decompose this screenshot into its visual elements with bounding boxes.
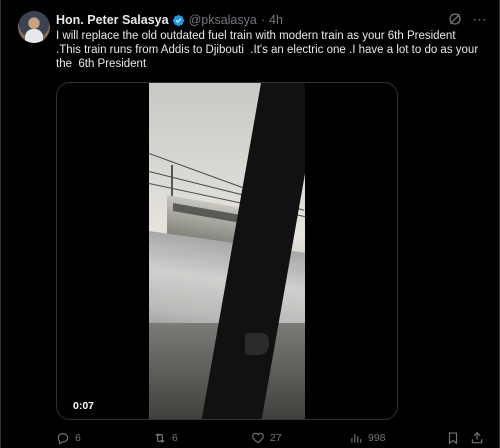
verified-badge-icon	[172, 14, 184, 26]
bookmark-icon	[448, 432, 458, 445]
separator-dot: ·	[260, 13, 266, 27]
video-timestamp: 0:07	[69, 399, 99, 413]
repost-button[interactable]: 6	[153, 430, 178, 446]
tweet-card[interactable]: Hon. Peter Salasya @pksalasya · 4h ⋯ I w…	[0, 0, 500, 448]
tweet-header: Hon. Peter Salasya @pksalasya · 4h	[56, 11, 283, 29]
video-player[interactable]: 0:07	[56, 82, 398, 420]
reply-button[interactable]: 6	[56, 430, 81, 446]
views-icon	[351, 433, 362, 443]
views-button[interactable]: 998	[349, 430, 386, 446]
avatar[interactable]	[18, 11, 50, 43]
timestamp[interactable]: 4h	[269, 13, 283, 27]
like-button[interactable]: 27	[251, 430, 282, 446]
share-button[interactable]	[470, 430, 484, 446]
video-frame[interactable]	[149, 83, 305, 419]
reply-count: 6	[75, 432, 81, 444]
author-name[interactable]: Hon. Peter Salasya	[56, 13, 169, 27]
action-bar: 6 6 27 998	[1, 428, 500, 448]
view-count: 998	[368, 432, 386, 444]
heart-icon	[252, 432, 264, 444]
repost-icon	[155, 433, 165, 443]
more-options-icon[interactable]: ⋯	[471, 10, 489, 28]
repost-count: 6	[172, 432, 178, 444]
side-mirror	[245, 333, 269, 355]
bookmark-button[interactable]	[446, 430, 460, 446]
reply-icon	[57, 433, 69, 445]
share-icon	[471, 431, 483, 444]
like-count: 27	[270, 432, 282, 444]
tweet-text: I will replace the old outdated fuel tra…	[56, 30, 479, 70]
grok-icon[interactable]	[447, 11, 463, 27]
author-handle[interactable]: @pksalasya	[189, 13, 257, 27]
